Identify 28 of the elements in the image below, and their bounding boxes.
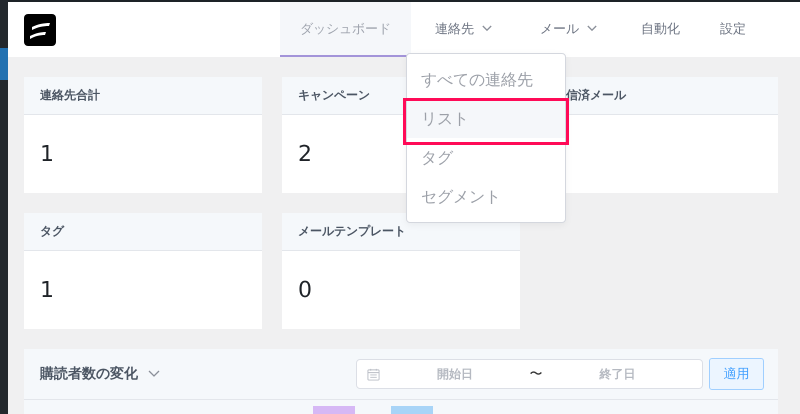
card-title: タグ bbox=[40, 223, 64, 240]
card-title: 連絡先合計 bbox=[40, 87, 100, 104]
nav-tab[interactable]: 自動化 bbox=[621, 2, 700, 57]
end-date-placeholder: 終了日 bbox=[598, 366, 636, 382]
menu-item[interactable]: セグメント bbox=[407, 177, 565, 216]
date-range-field[interactable]: 開始日 〜 終了日 bbox=[356, 359, 703, 389]
calendar-icon bbox=[367, 368, 380, 380]
stat-value: 1 bbox=[40, 142, 54, 166]
logo-icon bbox=[24, 14, 56, 46]
stat-value: 2 bbox=[298, 142, 312, 166]
stat-value: 0 bbox=[298, 278, 312, 302]
apply-button[interactable]: 適用 bbox=[709, 358, 764, 390]
menu-item[interactable]: タグ bbox=[407, 138, 565, 177]
nav-tab[interactable]: メール bbox=[516, 2, 621, 57]
panel-title[interactable]: 購読者数の変化 bbox=[40, 365, 138, 383]
card-title: メールテンプレート bbox=[298, 223, 406, 240]
start-date-placeholder: 開始日 bbox=[436, 366, 474, 382]
nav-tab[interactable]: 連絡先 bbox=[411, 2, 516, 57]
menu-item[interactable]: すべての連絡先 bbox=[407, 60, 565, 99]
chevron-icon[interactable] bbox=[148, 370, 160, 378]
chevron-icon[interactable] bbox=[587, 25, 597, 32]
stat-value: 1 bbox=[40, 278, 54, 302]
range-separator: 〜 bbox=[530, 366, 542, 383]
card-title: キャンペーン bbox=[298, 87, 370, 104]
chevron-icon[interactable] bbox=[482, 25, 492, 32]
menu-indicator bbox=[0, 48, 8, 80]
menu-item[interactable]: リスト bbox=[407, 99, 565, 138]
nav-tab[interactable]: 設定 bbox=[700, 2, 766, 57]
